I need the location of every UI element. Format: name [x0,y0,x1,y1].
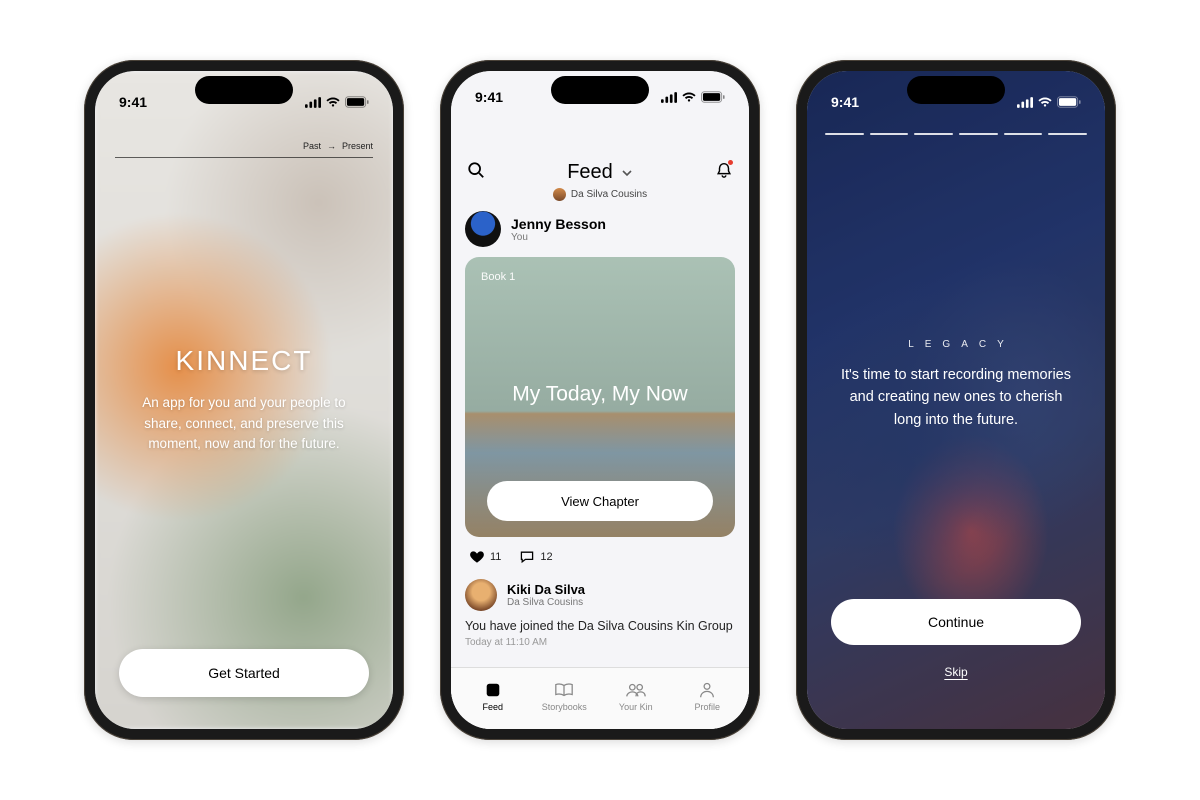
battery-icon [701,91,725,103]
tab-storybooks[interactable]: Storybooks [529,681,601,712]
signal-icon [661,92,677,103]
app-logo-text: KINNECT [176,345,313,377]
your-kin-icon [625,681,647,699]
post-timestamp: Today at 11:10 AM [465,637,735,648]
profile-icon [698,681,716,699]
chapter-title: My Today, My Now [465,383,735,407]
skip-label: Skip [944,665,967,679]
comment-button[interactable]: 12 [519,549,552,565]
feed-group-selector[interactable]: Da Silva Cousins [451,188,749,201]
post-author-relation: You [511,232,606,243]
post-author-row[interactable]: Kiki Da Silva Da Silva Cousins [465,579,735,611]
skip-link[interactable]: Skip [807,665,1105,679]
view-chapter-button[interactable]: View Chapter [487,481,713,521]
avatar [465,579,497,611]
tab-your-kin[interactable]: Your Kin [600,681,672,712]
bell-icon[interactable] [715,161,733,184]
post-author-name: Jenny Besson [511,216,606,232]
onboarding-text: It's time to start recording memories an… [835,364,1077,431]
dynamic-island [195,76,293,104]
tab-profile[interactable]: Profile [672,681,744,712]
post-text: You have joined the Da Silva Cousins Kin… [465,619,735,633]
wifi-icon [325,97,341,108]
status-time: 9:41 [831,94,859,110]
continue-label: Continue [928,614,984,630]
phone-splash: 9:41 Past → Present KINNECT An app for y… [84,60,404,740]
tab-label: Storybooks [542,702,587,712]
like-button[interactable]: 11 [469,549,501,565]
post-author-name: Kiki Da Silva [507,582,585,597]
continue-button[interactable]: Continue [831,599,1081,645]
tab-bar: Feed Storybooks Your Kin Profile [451,667,749,729]
group-avatar [553,188,566,201]
post-author-relation: Da Silva Cousins [507,597,585,608]
get-started-button[interactable]: Get Started [119,649,369,697]
app-tagline: An app for you and your people to share,… [125,393,363,456]
get-started-label: Get Started [208,665,280,681]
like-count: 11 [490,551,501,563]
book-label: Book 1 [481,271,515,283]
post-author-row[interactable]: Jenny Besson You [465,211,735,247]
status-time: 9:41 [119,94,147,110]
tab-label: Profile [694,702,720,712]
signal-icon [305,97,321,108]
onboarding-eyebrow: LEGACY [897,339,1015,350]
battery-icon [1057,96,1081,108]
feed-group-label: Da Silva Cousins [571,189,647,200]
signal-icon [1017,97,1033,108]
story-card[interactable]: Book 1 My Today, My Now View Chapter [465,257,735,537]
dynamic-island [551,76,649,104]
notification-dot-icon [728,160,733,165]
tab-label: Feed [482,702,503,712]
storybooks-icon [554,681,574,699]
view-chapter-label: View Chapter [561,494,639,509]
tab-feed[interactable]: Feed [457,681,529,712]
feed-icon [484,681,502,699]
wifi-icon [1037,97,1053,108]
tab-label: Your Kin [619,702,653,712]
comment-count: 12 [540,551,552,563]
chevron-down-icon [621,167,633,179]
dynamic-island [907,76,1005,104]
wifi-icon [681,92,697,103]
feed-title-dropdown[interactable]: Feed [567,161,633,184]
battery-icon [345,96,369,108]
phone-feed: 9:41 Feed [440,60,760,740]
phone-onboarding: 9:41 LEGACY It's time to start recording… [796,60,1116,740]
comment-icon [519,549,535,565]
page-title: Feed [567,161,613,184]
search-icon[interactable] [467,161,485,184]
heart-icon [469,549,485,565]
avatar [465,211,501,247]
status-time: 9:41 [475,89,503,105]
